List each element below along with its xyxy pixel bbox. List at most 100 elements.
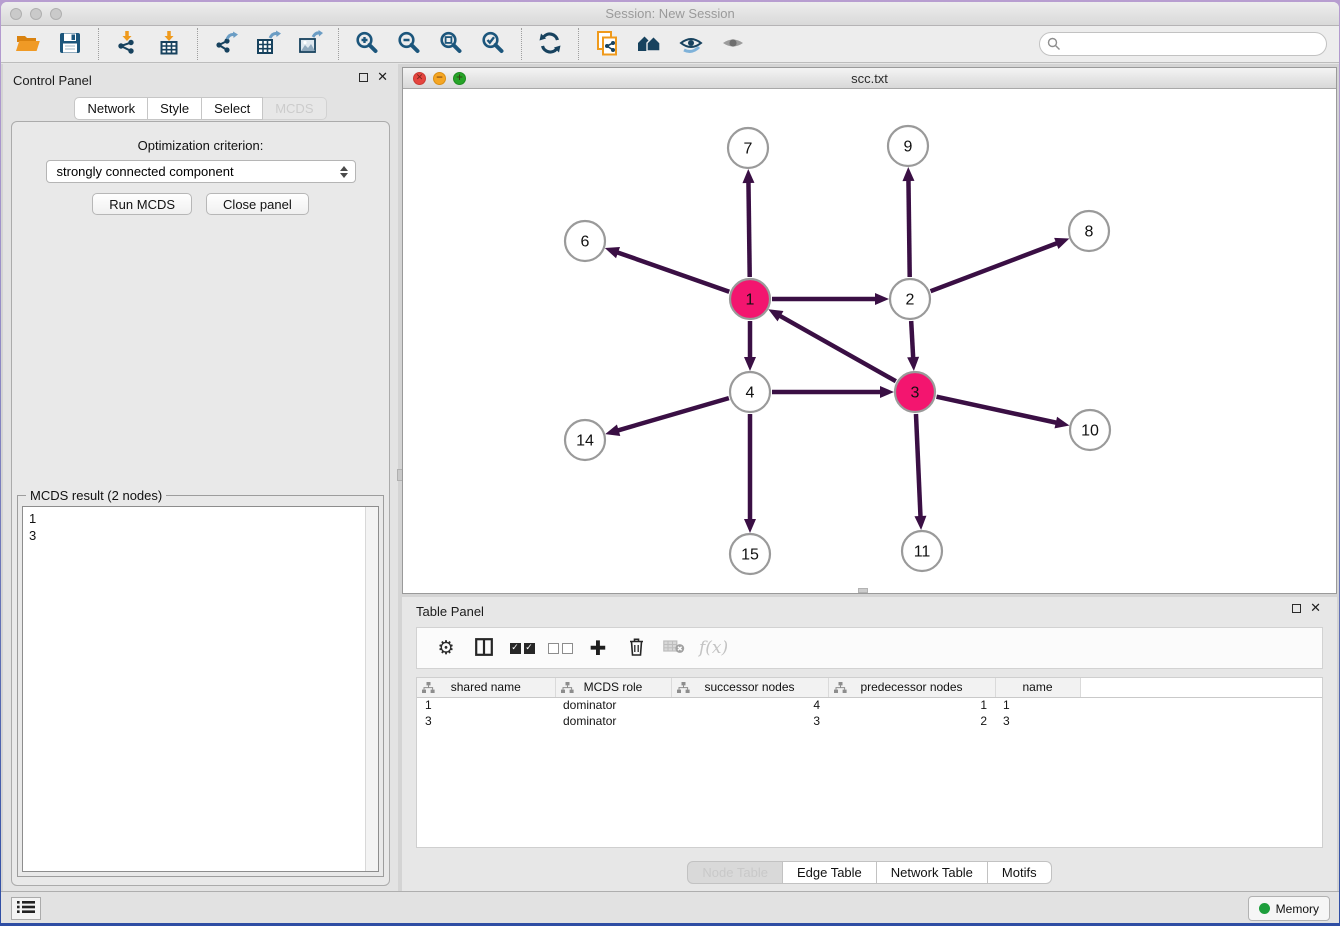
toolbar-separator: [197, 28, 198, 60]
cell-mcds-role[interactable]: dominator: [555, 697, 671, 713]
delete-table-icon: [663, 639, 685, 657]
tab-network[interactable]: Network: [74, 97, 148, 120]
float-panel-icon[interactable]: [359, 73, 368, 82]
window-titlebar: Session: New Session: [1, 2, 1339, 26]
zoom-selected-button[interactable]: [478, 29, 508, 59]
graph-edge-4-14[interactable]: [617, 398, 729, 431]
delete-column-button[interactable]: [623, 633, 649, 663]
network-graph[interactable]: 7968124314101511: [403, 90, 1336, 593]
table-row[interactable]: 3 dominator 3 2 3: [417, 713, 1322, 729]
column-chooser-button[interactable]: [471, 633, 497, 663]
table-row[interactable]: 1 dominator 4 1 1: [417, 697, 1322, 713]
graph-edge-3-1[interactable]: [779, 315, 896, 381]
tab-edge-table[interactable]: Edge Table: [783, 861, 877, 884]
cell-predecessor-nodes[interactable]: 2: [828, 713, 995, 729]
canvas-scroll-thumb[interactable]: [858, 588, 868, 593]
optimization-criterion-value: strongly connected component: [57, 164, 337, 179]
graph-edge-1-6[interactable]: [616, 252, 729, 292]
control-panel-header: Control Panel ✕: [3, 64, 398, 92]
cell-predecessor-nodes[interactable]: 1: [828, 697, 995, 713]
graph-node-label-1: 1: [746, 292, 755, 309]
tab-select[interactable]: Select: [202, 97, 263, 120]
network-canvas[interactable]: 7968124314101511: [403, 90, 1336, 593]
cell-mcds-role[interactable]: dominator: [555, 713, 671, 729]
graph-edge-3-10[interactable]: [936, 397, 1057, 423]
column-header-predecessor-nodes[interactable]: predecessor nodes: [828, 678, 995, 697]
cell-shared-name[interactable]: 1: [417, 697, 555, 713]
apply-layout-button[interactable]: [535, 29, 565, 59]
mcds-result-item: 1: [29, 510, 372, 527]
tab-node-table[interactable]: Node Table: [687, 861, 783, 884]
add-column-button[interactable]: ✚: [585, 633, 611, 663]
column-header-successor-nodes[interactable]: successor nodes: [671, 678, 828, 697]
tab-mcds[interactable]: MCDS: [263, 97, 326, 120]
graph-edge-1-7[interactable]: [748, 181, 749, 277]
export-network-button[interactable]: [211, 29, 241, 59]
memory-button[interactable]: Memory: [1248, 896, 1330, 921]
graph-edge-2-8[interactable]: [931, 243, 1059, 291]
table-header-row: shared name MCDS role successor nodes pr…: [417, 678, 1322, 697]
cell-name[interactable]: 3: [995, 713, 1080, 729]
tab-network-table[interactable]: Network Table: [877, 861, 988, 884]
close-network-button[interactable]: ✕: [413, 72, 426, 85]
open-session-button[interactable]: [13, 29, 43, 59]
hide-selected-button[interactable]: [676, 29, 706, 59]
column-header-mcds-role[interactable]: MCDS role: [555, 678, 671, 697]
select-all-rows-button[interactable]: ✓✓: [509, 633, 535, 663]
save-session-button[interactable]: [55, 29, 85, 59]
zoom-window-button[interactable]: [50, 8, 62, 20]
export-network-icon: [213, 30, 239, 59]
table-panel-header: Table Panel ✕: [402, 597, 1337, 623]
graph-edge-2-9[interactable]: [908, 179, 909, 277]
zoom-in-button[interactable]: [352, 29, 382, 59]
zoom-fit-icon: [438, 30, 464, 59]
run-mcds-button[interactable]: Run MCDS: [92, 193, 192, 215]
refresh-icon: [537, 30, 563, 59]
graph-edge-arrowhead: [907, 357, 919, 371]
tab-motifs[interactable]: Motifs: [988, 861, 1052, 884]
duplicate-network-button[interactable]: [592, 29, 622, 59]
zoom-out-button[interactable]: [394, 29, 424, 59]
zoom-fit-button[interactable]: [436, 29, 466, 59]
show-all-button[interactable]: [718, 29, 748, 59]
cell-successor-nodes[interactable]: 3: [671, 713, 828, 729]
import-network-button[interactable]: [112, 29, 142, 59]
app-window: Session: New Session: [1, 2, 1339, 923]
zoom-in-icon: [354, 30, 380, 59]
minimize-network-button[interactable]: −: [433, 72, 446, 85]
maximize-network-button[interactable]: +: [453, 72, 466, 85]
close-table-panel-icon[interactable]: ✕: [1310, 603, 1321, 614]
first-neighbors-button[interactable]: [634, 29, 664, 59]
hierarchy-icon: [561, 682, 574, 694]
graph-node-label-2: 2: [906, 292, 915, 309]
graph-edge-2-3[interactable]: [911, 321, 913, 359]
export-image-button[interactable]: [295, 29, 325, 59]
tab-style[interactable]: Style: [148, 97, 202, 120]
graph-edge-3-11[interactable]: [916, 414, 921, 518]
function-builder-button: f(x): [699, 633, 728, 663]
table-settings-button[interactable]: ⚙: [433, 633, 459, 663]
import-table-button[interactable]: [154, 29, 184, 59]
column-header-name[interactable]: name: [995, 678, 1080, 697]
cell-shared-name[interactable]: 3: [417, 713, 555, 729]
close-window-button[interactable]: [10, 8, 22, 20]
result-scrollbar[interactable]: [365, 507, 378, 871]
optimization-criterion-select[interactable]: strongly connected component: [46, 160, 356, 183]
deselect-all-rows-button[interactable]: [547, 633, 573, 663]
cell-successor-nodes[interactable]: 4: [671, 697, 828, 713]
hierarchy-icon: [422, 682, 435, 694]
cell-name[interactable]: 1: [995, 697, 1080, 713]
close-panel-icon[interactable]: ✕: [377, 72, 388, 83]
minimize-window-button[interactable]: [30, 8, 42, 20]
show-panels-button[interactable]: [11, 897, 41, 920]
close-panel-button[interactable]: Close panel: [206, 193, 309, 215]
mcds-panel: Optimization criterion: strongly connect…: [11, 121, 390, 886]
search-input[interactable]: [1039, 32, 1327, 56]
export-table-button[interactable]: [253, 29, 283, 59]
column-header-shared-name[interactable]: shared name: [417, 678, 555, 697]
graph-node-label-15: 15: [741, 547, 759, 564]
network-view-window: ✕ − + scc.txt 7968124314101511: [402, 67, 1337, 594]
float-table-panel-icon[interactable]: [1292, 604, 1301, 613]
import-network-icon: [114, 30, 140, 59]
mcds-result-list[interactable]: 1 3: [22, 506, 379, 872]
